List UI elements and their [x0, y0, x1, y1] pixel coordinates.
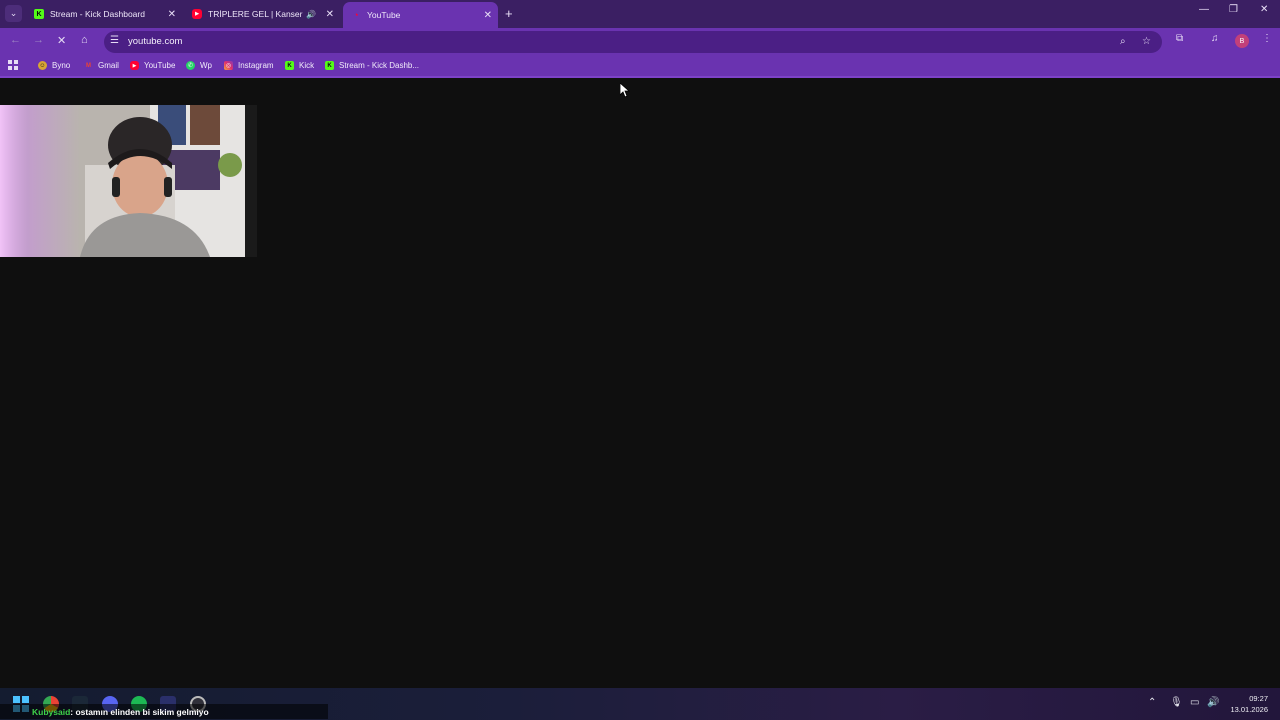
- tab-youtube-video[interactable]: ▶ TRİPLERE GEL | Kanser oldu 🔊 ✕: [184, 2, 340, 26]
- bookmark-kick-dashboard[interactable]: K Stream - Kick Dashb...: [325, 61, 419, 70]
- browser-toolbar: ← → ✕ ⌂ ☰ youtube.com ⌕ ☆ ⧉ ♫ B ⋮: [0, 28, 1280, 56]
- media-controls-icon[interactable]: ♫: [1211, 33, 1219, 44]
- webcam-person-image: [0, 105, 257, 257]
- bookmark-label: Kick: [299, 61, 315, 70]
- profile-avatar[interactable]: B: [1235, 34, 1249, 48]
- kick-icon: K: [325, 61, 334, 70]
- close-window-icon[interactable]: ✕: [1260, 4, 1268, 15]
- kick-icon: K: [285, 61, 294, 70]
- close-icon[interactable]: ✕: [168, 9, 176, 20]
- gmail-icon: M: [86, 62, 91, 69]
- kick-icon: K: [34, 9, 44, 19]
- bookmark-byno[interactable]: ☺ Byno: [38, 61, 70, 70]
- clock-date: 13.01.2026: [1230, 705, 1268, 714]
- chat-message: : ostamın elinden bi sikim gelmiyo: [70, 706, 209, 717]
- tab-youtube[interactable]: ◔ YouTube ✕: [343, 2, 498, 28]
- volume-icon[interactable]: 🔊: [1207, 697, 1219, 708]
- minimize-icon[interactable]: —: [1199, 4, 1209, 15]
- bookmark-label: Byno: [52, 61, 71, 70]
- speaker-icon[interactable]: 🔊: [306, 10, 316, 19]
- extensions-icon[interactable]: ⧉: [1176, 33, 1183, 44]
- bookmark-label: Wp: [200, 61, 212, 70]
- youtube-icon: ◔: [353, 10, 359, 20]
- bookmark-label: Instagram: [238, 61, 274, 70]
- menu-icon[interactable]: ⋮: [1262, 33, 1272, 44]
- whatsapp-icon: ✆: [186, 61, 195, 70]
- forward-icon[interactable]: →: [33, 34, 44, 46]
- url-text: youtube.com: [128, 36, 183, 47]
- bookmark-youtube[interactable]: ▶ YouTube: [130, 61, 175, 70]
- zoom-icon[interactable]: ⌕: [1120, 36, 1126, 47]
- tab-strip: ⌄ K Stream - Kick Dashboard ✕ ▶ TRİPLERE…: [0, 0, 1280, 28]
- site-info-icon[interactable]: ☰: [110, 35, 119, 46]
- tab-title: YouTube: [367, 10, 401, 20]
- youtube-icon: ▶: [130, 61, 139, 70]
- byno-icon: ☺: [38, 61, 47, 70]
- stream-chat-overlay: Kubysaid : ostamın elinden bi sikim gelm…: [0, 704, 328, 719]
- close-icon[interactable]: ✕: [326, 9, 334, 20]
- bookmark-label: Gmail: [98, 61, 119, 70]
- stop-loading-icon[interactable]: ✕: [57, 34, 66, 47]
- apps-grid-icon[interactable]: [8, 60, 18, 70]
- bookmark-kick[interactable]: K Kick: [285, 61, 314, 70]
- tab-title: Stream - Kick Dashboard: [50, 9, 145, 19]
- tab-search-button[interactable]: ⌄: [5, 5, 22, 22]
- address-bar[interactable]: ☰ youtube.com ⌕ ☆: [104, 31, 1162, 53]
- mouse-cursor-icon: [620, 83, 630, 98]
- restore-icon[interactable]: ❐: [1229, 4, 1238, 15]
- youtube-icon: ▶: [192, 9, 202, 19]
- bookmark-label: YouTube: [144, 61, 176, 70]
- instagram-icon: ◎: [224, 61, 233, 70]
- tab-kick-dashboard[interactable]: K Stream - Kick Dashboard ✕: [26, 2, 182, 26]
- close-icon[interactable]: ✕: [484, 10, 492, 21]
- tab-title: TRİPLERE GEL | Kanser oldu: [208, 9, 304, 19]
- bookmark-star-icon[interactable]: ☆: [1142, 36, 1151, 47]
- bookmark-gmail[interactable]: M Gmail: [84, 61, 119, 70]
- webcam-overlay: [0, 105, 257, 257]
- back-icon[interactable]: ←: [10, 34, 21, 46]
- chat-username: Kubysaid: [32, 706, 71, 717]
- microphone-icon[interactable]: 🎙: [1170, 697, 1183, 708]
- chevron-up-icon[interactable]: ⌃: [1148, 697, 1156, 708]
- home-icon[interactable]: ⌂: [81, 34, 88, 46]
- clock-time: 09:27: [1249, 694, 1268, 703]
- bookmark-label: Stream - Kick Dashb...: [339, 61, 420, 70]
- bookmark-instagram[interactable]: ◎ Instagram: [224, 61, 274, 70]
- taskbar-clock[interactable]: 09:27 13.01.2026: [1224, 693, 1268, 715]
- new-tab-button[interactable]: +: [505, 6, 513, 21]
- network-icon[interactable]: ▭: [1190, 697, 1199, 708]
- chevron-down-icon: ⌄: [9, 8, 18, 18]
- bookmarks-bar: ☺ Byno M Gmail ▶ YouTube ✆ Wp ◎ Instagra…: [0, 56, 1280, 78]
- bookmark-wp[interactable]: ✆ Wp: [186, 61, 212, 70]
